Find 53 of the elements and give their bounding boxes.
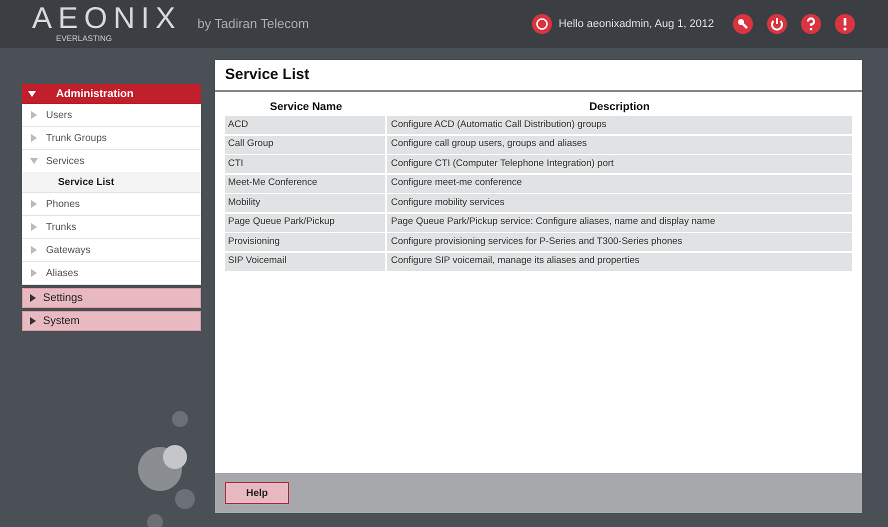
column-header: Description <box>588 100 651 115</box>
nav-item[interactable]: Trunks <box>22 216 201 238</box>
table-cell[interactable]: SIP Voicemail <box>225 252 385 270</box>
section-label: Settings <box>43 290 83 306</box>
caret-down-icon <box>28 90 36 98</box>
key-icon[interactable] <box>732 13 754 35</box>
table-cell[interactable]: Meet-Me Conference <box>225 174 385 192</box>
section-header[interactable]: System <box>22 311 201 331</box>
caret-right-icon <box>30 200 38 208</box>
section-label: System <box>43 314 80 329</box>
caret-right-icon <box>29 294 37 302</box>
table-cell: Configure call group users, groups and aliases <box>387 136 852 154</box>
nav-item[interactable]: Aliases <box>22 262 201 284</box>
section-header[interactable]: Administration <box>22 84 201 104</box>
table-cell[interactable]: Mobility <box>225 194 385 212</box>
nav-item[interactable]: Services <box>22 150 201 172</box>
column-header: Service Name <box>268 100 344 115</box>
table-cell: Configure CTI (Computer Telephone Integration) port <box>387 155 852 173</box>
table-cell[interactable]: ACD <box>225 116 385 134</box>
page-title: Service List <box>215 60 862 92</box>
help-icon[interactable] <box>800 13 822 35</box>
caret-right-icon <box>29 317 37 325</box>
table-cell[interactable]: Provisioning <box>225 233 385 251</box>
section-header[interactable]: Settings <box>22 288 201 308</box>
table-cell[interactable]: Page Queue Park/Pickup <box>225 214 385 232</box>
nav-item[interactable]: Trunk Groups <box>22 127 201 149</box>
caret-right-icon <box>30 269 38 277</box>
power-icon[interactable] <box>766 13 788 35</box>
section-label: Administration <box>56 86 134 102</box>
nav-item[interactable]: Gateways <box>22 239 201 261</box>
table-cell: Configure meet-me conference <box>387 174 852 192</box>
table-cell: Page Queue Park/Pickup service: Configure aliases, name and display name <box>387 214 852 232</box>
caret-right-icon <box>30 246 38 254</box>
logo-text: AEONIX <box>32 4 182 34</box>
table-cell: Configure mobility services <box>387 194 852 212</box>
byline: by Tadiran Telecom <box>197 15 309 34</box>
user-badge-icon[interactable] <box>530 13 553 35</box>
nav-item[interactable]: Users <box>22 104 201 126</box>
table-cell: Configure provisioning services for P-Series and T300-Series phones <box>387 233 852 251</box>
table-cell[interactable]: CTI <box>225 155 385 173</box>
nav-subitem[interactable]: Service List <box>22 172 201 192</box>
caret-right-icon <box>30 111 38 119</box>
logo-tagline: EVERLASTING <box>56 34 112 44</box>
table-cell[interactable]: Call Group <box>225 136 385 154</box>
alert-icon[interactable] <box>834 13 856 35</box>
caret-down-icon <box>30 157 38 165</box>
table-cell: Configure SIP voicemail, manage its aliases and properties <box>387 252 852 270</box>
nav-item[interactable]: Phones <box>22 193 201 215</box>
caret-right-icon <box>30 223 38 231</box>
greeting-text: Hello aeonixadmin, Aug 1, 2012 <box>558 16 714 32</box>
table-cell: Configure ACD (Automatic Call Distribution) groups <box>387 116 852 134</box>
caret-right-icon <box>30 134 38 142</box>
help-button[interactable]: Help <box>225 482 289 504</box>
